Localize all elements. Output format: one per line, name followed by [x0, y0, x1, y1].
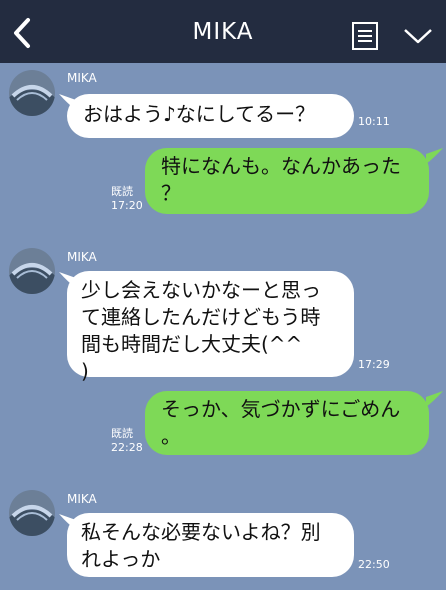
note-icon: [352, 22, 378, 50]
chat-header: MIKA: [0, 0, 446, 63]
avatar[interactable]: [9, 490, 55, 536]
bubble-tail: [426, 148, 443, 164]
sender-name: MIKA: [67, 71, 97, 85]
message-time: 10:11: [358, 115, 390, 128]
menu-button[interactable]: [402, 26, 434, 46]
message-time: 22:50: [358, 558, 390, 571]
message-bubble[interactable]: おはよう♪なにしてるー？: [67, 94, 354, 138]
message-bubble[interactable]: 少し会えないかなーと思っ て連絡したんだけどもう時 間も時間だし大丈夫(^^ ): [67, 271, 354, 383]
message-bubble[interactable]: そっか、気づかずにごめん 。: [145, 391, 429, 455]
message-bubble[interactable]: 私そんな必要ないよね？別 れよっか: [67, 513, 354, 577]
avatar[interactable]: [9, 70, 55, 116]
message-bubble[interactable]: 特になんも。なんかあった ？: [145, 148, 429, 214]
chat-title: MIKA: [192, 19, 254, 45]
chevron-down-icon: [404, 29, 432, 44]
bubble-tail: [426, 391, 443, 407]
read-receipt: 既読: [111, 185, 133, 198]
sender-name: MIKA: [67, 492, 97, 506]
message-time: 22:28: [111, 441, 143, 454]
note-button[interactable]: [351, 21, 379, 51]
read-receipt: 既読: [111, 427, 133, 440]
avatar[interactable]: [9, 248, 55, 294]
message-time: 17:29: [358, 358, 390, 371]
message-time: 17:20: [111, 199, 143, 212]
sender-name: MIKA: [67, 250, 97, 264]
